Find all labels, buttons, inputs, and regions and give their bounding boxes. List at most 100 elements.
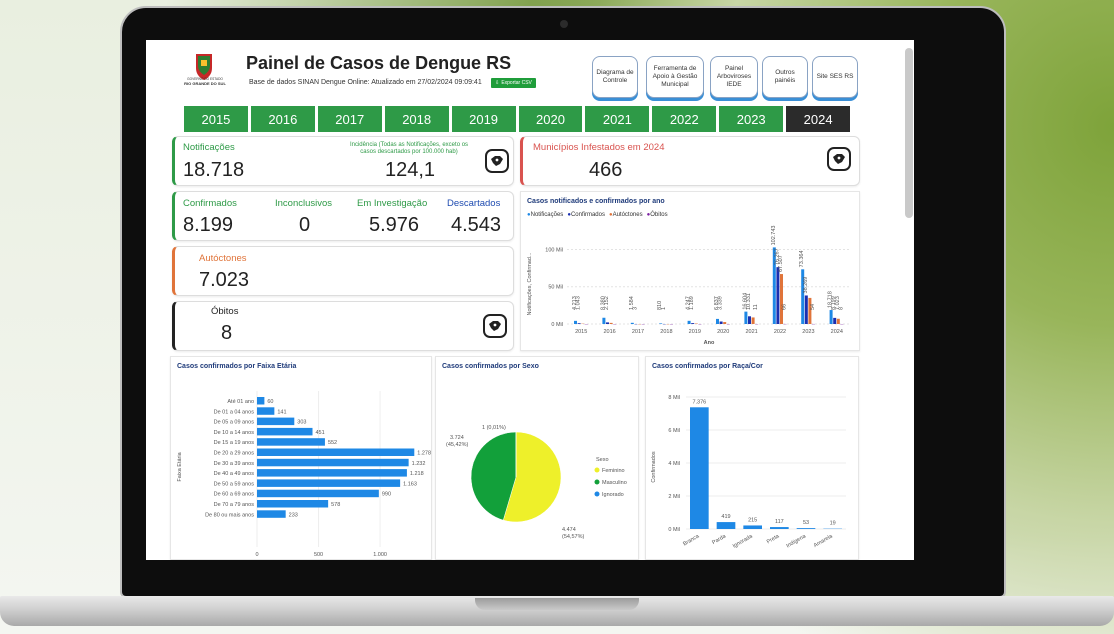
bar-faixa-etaria (257, 407, 275, 415)
rs-map-icon[interactable] (485, 149, 509, 173)
x-tick-label: 2018 (660, 329, 672, 335)
x-tick-label: 2021 (745, 329, 757, 335)
inconclusivos-label: Inconclusivos (275, 198, 333, 209)
rs-map-icon[interactable] (827, 147, 851, 171)
data-label: 552 (328, 440, 337, 446)
diagrama-controle-label: Diagrama de Controle (596, 68, 634, 84)
data-label: 419 (721, 514, 730, 520)
laptop-notch (475, 598, 639, 610)
descartados-label: Descartados (447, 198, 501, 209)
data-label: 233 (289, 512, 298, 518)
outros-paineis-button[interactable]: Outros painéis (762, 56, 808, 98)
data-label: (45,42%) (446, 442, 468, 448)
tab-year-2016[interactable]: 2016 (250, 106, 315, 132)
incidencia-label: Incidência (Todas as Notificações, excet… (349, 142, 469, 156)
tab-year-2020[interactable]: 2020 (518, 106, 583, 132)
x-tick-label: Ignorada (732, 533, 755, 550)
legend-label: Feminino (602, 468, 625, 474)
x-tick-label: Branca (682, 533, 701, 547)
obitos-card: Óbitos 8 (172, 301, 514, 351)
bar-faixa-etaria (257, 469, 407, 477)
bar-raca (716, 522, 736, 529)
investigacao-value: 5.976 (369, 214, 420, 236)
data-label: 1.218 (410, 471, 424, 477)
descartados-value: 4.543 (451, 214, 502, 236)
bar-raca (743, 525, 762, 529)
bar-confirmados (804, 295, 808, 324)
age-bar-chart: 0 500 1.000 Faixa Etária Até 01 ano 60 De 01 a… (177, 391, 431, 558)
site-ses-button[interactable]: Site SES RS (812, 56, 858, 98)
bar-raca (690, 407, 709, 529)
bar-autóctones (751, 317, 755, 324)
x-tick-label: Preta (766, 533, 781, 545)
bar-faixa-etaria (257, 458, 409, 467)
tab-year-2017[interactable]: 2017 (317, 106, 382, 132)
tab-year-2021[interactable]: 2021 (585, 106, 650, 132)
bar-faixa-etaria (257, 397, 265, 405)
data-label: 215 (748, 517, 757, 523)
data-label: 1.163 (403, 481, 417, 487)
y-tick-label: De 05 a 09 anos (214, 420, 255, 426)
x-tick-label: 2016 (603, 329, 615, 335)
data-label: 7.376 (692, 399, 706, 405)
bar-faixa-etaria (257, 510, 286, 518)
data-label: 990 (382, 492, 391, 498)
tab-year-2022[interactable]: 2022 (652, 106, 717, 132)
notificacoes-label: Notificações (183, 142, 235, 153)
export-csv-button[interactable]: ⇩ Exportar CSV (491, 78, 536, 88)
tab-year-2015[interactable]: 2015 (184, 106, 248, 132)
incidencia-value: 124,1 (385, 159, 436, 181)
bar-confirmados (691, 323, 695, 324)
x-axis-label: Ano (704, 340, 715, 346)
sex-pie-chart: 4.474(54,57%) 3.724(45,42%) 1 (0,01%) Sexo F… (446, 425, 627, 540)
x-tick-label: 2017 (632, 329, 644, 335)
y-tick-label: 4 Mil (668, 461, 680, 467)
x-tick-label: 2020 (717, 329, 729, 335)
race-bar-chart: 0 Mil 2 Mil 4 Mil 6 Mil 8 Mil Confirmados 7.37… (651, 395, 846, 550)
bar-notificações (659, 323, 663, 324)
bar-autóctones (609, 322, 613, 324)
painel-arboviroses-button[interactable]: Painel Arboviroses IEDE (710, 56, 758, 98)
y-tick-label: 50 Mil (548, 285, 563, 291)
confirmados-value: 8.199 (183, 214, 234, 236)
y-tick-label: 2 Mil (668, 494, 680, 500)
bar-notificações (630, 322, 634, 324)
bar-notificações (716, 318, 719, 324)
data-label: 102.743 (771, 226, 777, 246)
diagrama-controle-button[interactable]: Diagrama de Controle (592, 56, 638, 98)
page-scrollbar[interactable] (905, 48, 913, 218)
bar-faixa-etaria (257, 417, 295, 426)
site-ses-label: Site SES RS (816, 72, 854, 80)
chart-panel-raca: Casos confirmados por Raça/Cor 0 Mil 2 Mi… (645, 356, 859, 560)
page-subtitle: Base de dados SINAN Dengue Online: Atual… (249, 79, 482, 86)
notificacoes-value: 18.718 (183, 159, 245, 181)
rs-map-icon[interactable] (483, 314, 507, 338)
y-tick-label: De 01 a 04 anos (214, 409, 255, 415)
tab-year-2024[interactable]: 2024 (786, 106, 851, 132)
legend-marker (594, 479, 600, 485)
tab-year-2018[interactable]: 2018 (384, 106, 449, 132)
legend-label: Ignorado (602, 492, 624, 498)
bar-faixa-etaria (257, 438, 325, 446)
bar-faixa-etaria (257, 500, 329, 508)
tab-year-2023[interactable]: 2023 (719, 106, 784, 132)
bar-confirmados (833, 317, 837, 324)
ferramenta-apoio-label: Ferramenta de Apoio à Gestão Municipal (652, 64, 698, 89)
y-tick-label: De 20 a 29 anos (214, 451, 255, 457)
y-tick-label: De 40 a 49 anos (214, 471, 255, 477)
data-label: 11 (753, 304, 759, 310)
bar-autóctones (723, 322, 727, 324)
x-tick-label: Amarela (813, 533, 835, 549)
x-tick-label: 500 (314, 552, 323, 558)
bar-confirmados (606, 322, 609, 324)
confirmados-label: Confirmados (183, 198, 237, 209)
data-label: 67.507 (778, 255, 784, 272)
autoctones-card: Autóctones 7.023 (172, 246, 514, 296)
bar-notificações (744, 311, 748, 324)
status-cards: Confirmados 8.199 Inconclusivos 0 Em Inv… (172, 191, 514, 241)
bar-faixa-etaria (257, 479, 401, 487)
data-label: 1 (661, 307, 667, 310)
bar-autóctones (780, 274, 783, 324)
ferramenta-apoio-button[interactable]: Ferramenta de Apoio à Gestão Municipal (646, 56, 704, 98)
tab-year-2019[interactable]: 2019 (451, 106, 516, 132)
